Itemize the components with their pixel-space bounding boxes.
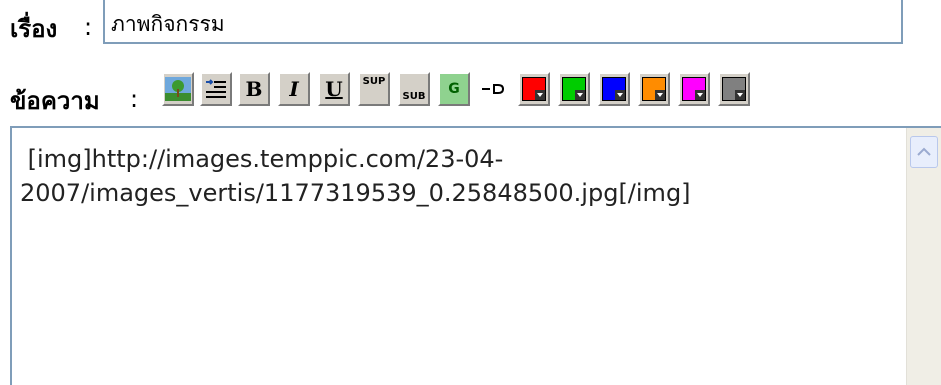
color-magenta-button[interactable] <box>678 72 710 106</box>
post-form: เรื่อง : ข้อความ : B <box>0 0 941 385</box>
subject-input[interactable] <box>103 0 903 44</box>
color-picker-icon <box>562 77 586 101</box>
superscript-button[interactable]: SUP <box>358 72 390 106</box>
color-picker-icon <box>722 77 746 101</box>
message-label: ข้อความ <box>10 87 100 115</box>
color-orange-button[interactable] <box>638 72 670 106</box>
superscript-icon: SUP <box>362 76 386 87</box>
message-textarea[interactable]: [img]http://images.temppic.com/23-04- 20… <box>10 126 941 385</box>
subscript-button[interactable]: SUB <box>398 72 430 106</box>
underline-button[interactable]: U <box>318 72 350 106</box>
scroll-up-button[interactable] <box>910 136 938 168</box>
subject-colon: : <box>84 13 93 41</box>
vertical-scrollbar[interactable] <box>906 128 941 385</box>
color-picker-icon <box>682 77 706 101</box>
color-red-button[interactable] <box>518 72 550 106</box>
italic-icon: I <box>289 77 299 101</box>
formatting-toolbar: B I U SUP SUB G <box>160 72 941 112</box>
color-blue-button[interactable] <box>598 72 630 106</box>
color-green-button[interactable] <box>558 72 590 106</box>
subscript-icon: SUB <box>402 91 426 102</box>
chevron-up-icon <box>917 147 931 156</box>
indent-icon <box>206 79 226 98</box>
message-content[interactable]: [img]http://images.temppic.com/23-04- 20… <box>20 142 900 210</box>
indent-button[interactable] <box>200 72 232 106</box>
color-picker-icon <box>522 77 546 101</box>
insert-image-button[interactable] <box>162 72 194 106</box>
color-picker-icon <box>602 77 626 101</box>
underline-icon: U <box>325 77 343 101</box>
italic-button[interactable]: I <box>278 72 310 106</box>
shadow-icon <box>482 84 504 94</box>
bold-icon: B <box>245 77 263 101</box>
color-gray-button[interactable] <box>718 72 750 106</box>
image-icon <box>165 77 191 101</box>
message-colon: : <box>130 85 139 113</box>
color-picker-icon <box>642 77 666 101</box>
shadow-button[interactable] <box>478 72 510 106</box>
subject-label: เรื่อง <box>10 15 58 43</box>
bold-button[interactable]: B <box>238 72 270 106</box>
glow-icon: G <box>448 81 460 97</box>
glow-button[interactable]: G <box>438 72 470 106</box>
